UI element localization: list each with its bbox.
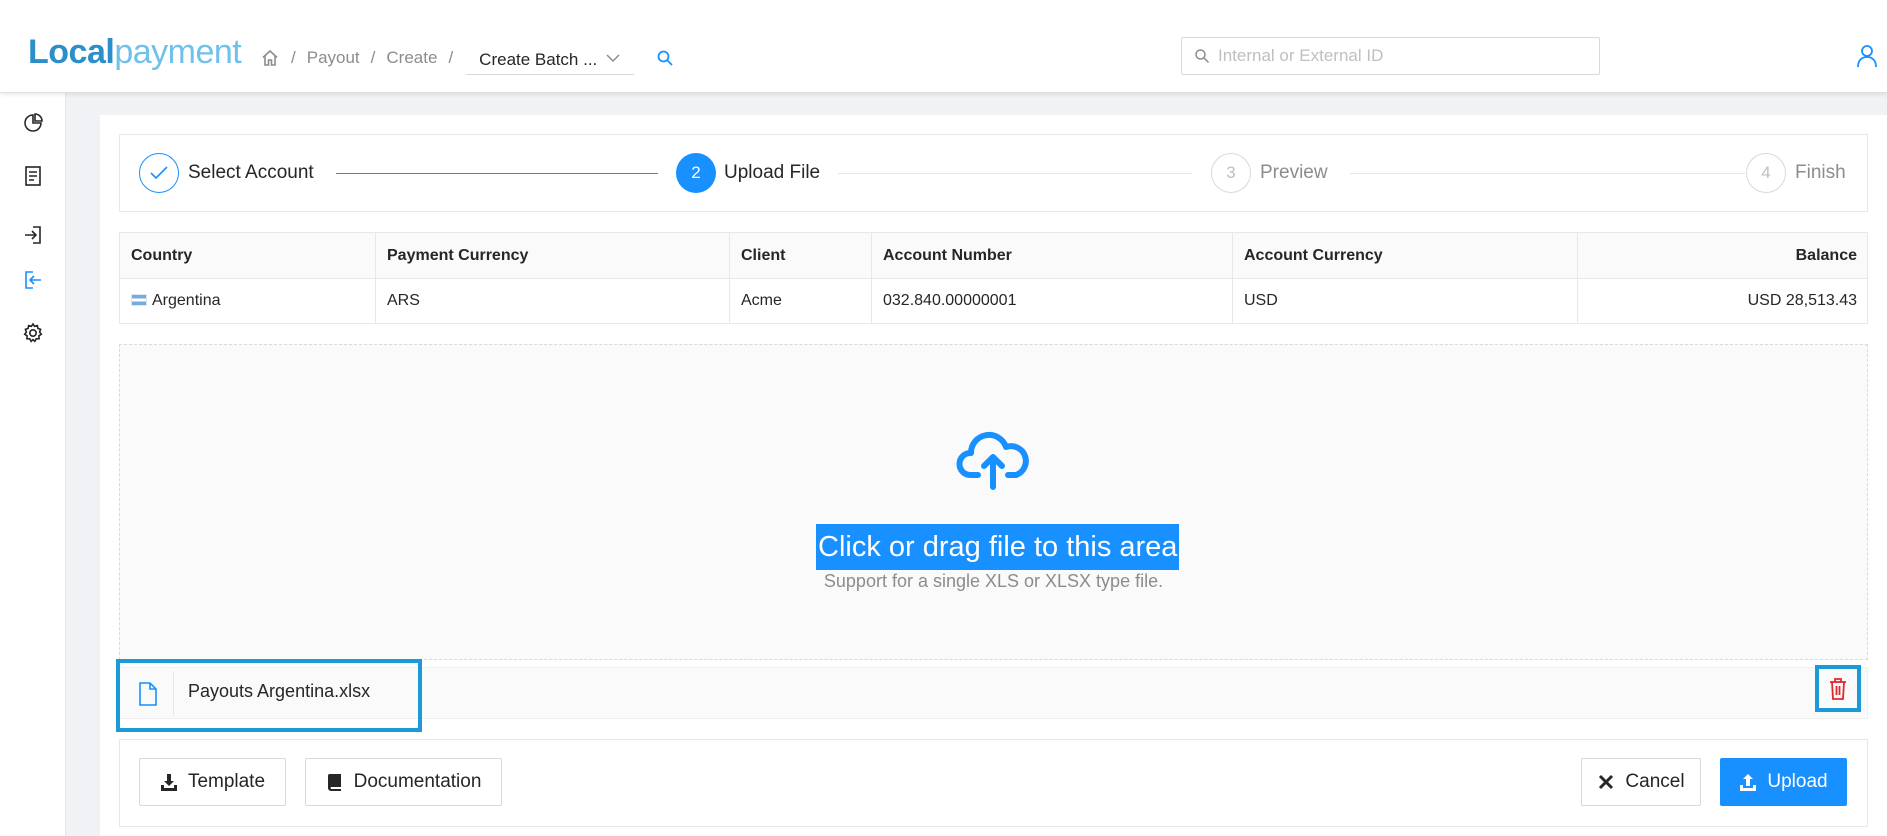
user-icon[interactable] xyxy=(1856,44,1878,68)
upload-button-label: Upload xyxy=(1767,771,1828,792)
home-icon[interactable] xyxy=(260,48,280,68)
book-icon xyxy=(327,774,341,791)
breadcrumb-separator: / xyxy=(448,48,454,67)
breadcrumb-page-select[interactable]: Create Batch ... xyxy=(466,45,635,75)
ledger-icon[interactable] xyxy=(22,165,44,187)
close-icon xyxy=(1599,774,1614,790)
column-header: Account Number xyxy=(871,232,1233,279)
upload-icon xyxy=(1740,774,1757,791)
delete-file-button[interactable] xyxy=(1815,665,1861,712)
step-3-label: Preview xyxy=(1260,162,1328,183)
dropzone-hint: Support for a single XLS or XLSX type fi… xyxy=(823,571,1164,591)
file-dropzone[interactable]: Click or drag file to this area Support … xyxy=(119,344,1868,660)
step-2-label: Upload File xyxy=(724,162,821,183)
cancel-button-label: Cancel xyxy=(1625,771,1685,792)
search-icon xyxy=(1195,49,1210,64)
table-cell: Acme xyxy=(729,278,872,324)
table-cell: ARS xyxy=(375,278,730,324)
step-4-label: Finish xyxy=(1795,162,1846,183)
download-icon xyxy=(160,774,177,791)
id-search-input[interactable]: Internal or External ID xyxy=(1181,37,1600,75)
dashboard-icon[interactable] xyxy=(22,112,44,134)
file-highlight-box xyxy=(116,659,422,732)
breadcrumb-item-create[interactable]: Create xyxy=(386,48,437,68)
logo-part-payment: payment xyxy=(114,33,242,71)
column-header: Client xyxy=(729,232,872,279)
chevron-down-icon xyxy=(606,54,620,63)
cancel-button[interactable]: Cancel xyxy=(1581,758,1701,806)
table-header-row: Country Payment Currency Client Account … xyxy=(119,232,1868,279)
upload-button[interactable]: Upload xyxy=(1720,758,1847,806)
column-header: Country xyxy=(119,232,376,279)
table-cell: 032.840.00000001 xyxy=(871,278,1233,324)
argentina-flag-icon xyxy=(131,294,147,306)
search-icon[interactable] xyxy=(656,49,674,67)
table-cell: USD xyxy=(1232,278,1578,324)
documentation-button-label: Documentation xyxy=(353,771,482,792)
settings-icon[interactable] xyxy=(22,322,44,344)
breadcrumb: / Payout / Create / Create Batch ... xyxy=(260,43,674,75)
dropzone-title: Click or drag file to this area xyxy=(816,524,1180,570)
sidebar xyxy=(0,93,66,836)
step-3-waiting: 3 xyxy=(1211,153,1251,193)
template-button[interactable]: Template xyxy=(139,758,286,806)
step-2-active: 2 xyxy=(676,153,716,193)
payout-icon[interactable] xyxy=(22,269,44,291)
table-row: Argentina ARS Acme 032.840.00000001 USD … xyxy=(119,278,1868,324)
cloud-upload-icon xyxy=(956,431,1029,490)
step-1-finished xyxy=(139,153,179,193)
step-1-label: Select Account xyxy=(188,162,314,183)
step-connector xyxy=(838,173,1192,174)
account-table: Country Payment Currency Client Account … xyxy=(119,232,1868,324)
breadcrumb-separator: / xyxy=(370,48,376,67)
column-header: Account Currency xyxy=(1232,232,1578,279)
column-header: Balance xyxy=(1577,232,1868,279)
top-header: Localpayment / Payout / Create / Create … xyxy=(0,0,1887,93)
logo-part-local: Local xyxy=(28,33,115,71)
search-placeholder: Internal or External ID xyxy=(1218,46,1384,65)
template-button-label: Template xyxy=(187,771,266,792)
breadcrumb-item-payout[interactable]: Payout xyxy=(307,48,360,68)
step-connector xyxy=(336,173,658,174)
column-header: Payment Currency xyxy=(375,232,730,279)
trash-icon xyxy=(1830,677,1846,700)
payin-icon[interactable] xyxy=(22,224,44,246)
check-icon xyxy=(150,166,168,180)
step-connector xyxy=(1350,173,1745,174)
country-name: Argentina xyxy=(152,292,221,309)
logo[interactable]: Localpayment xyxy=(28,32,242,72)
breadcrumb-select-value: Create Batch ... xyxy=(479,49,598,69)
table-cell-country: Argentina xyxy=(119,278,376,324)
step-4-waiting: 4 xyxy=(1746,153,1786,193)
table-cell: USD 28,513.43 xyxy=(1577,278,1868,324)
documentation-button[interactable]: Documentation xyxy=(305,758,502,806)
breadcrumb-separator: / xyxy=(291,48,296,67)
